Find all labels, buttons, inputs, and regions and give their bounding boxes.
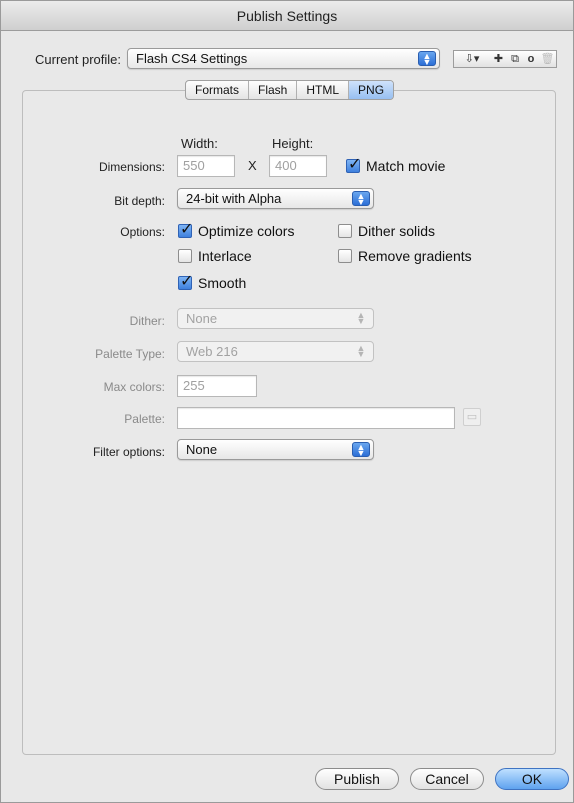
palette-label: Palette: [124,412,165,426]
palette-type-label: Palette Type: [95,347,165,361]
tab-formats[interactable]: Formats [186,81,250,99]
current-profile-select[interactable]: Flash CS4 Settings ▲ ▼ [127,48,440,69]
ok-button[interactable]: OK [495,768,569,790]
height-label: Height: [272,136,314,151]
checkbox-box: ✓ [178,221,194,238]
remove-gradients-checkbox[interactable]: Remove gradients [338,247,472,265]
import-export-button[interactable]: ⇩▾ [453,50,491,68]
checkmark-icon: ✓ [180,273,194,290]
popup-arrows-icon: ▲ ▼ [352,191,370,207]
dimensions-label: Dimensions: [98,160,165,174]
filter-options-label: Filter options: [92,445,165,459]
checkmark-icon: ✓ [348,156,362,173]
smooth-checkbox[interactable]: ✓ Smooth [178,273,247,292]
profile-info-button[interactable]: o [523,50,540,68]
add-profile-icon: ✚ [493,53,504,65]
smooth-label: Smooth [198,275,247,291]
filter-options-select[interactable]: None ▲ ▼ [177,439,374,460]
checkbox-box [178,249,192,263]
delete-profile-button[interactable]: 🗑 [539,50,557,68]
filter-options-value: None [186,442,218,457]
format-tabs: Formats Flash HTML PNG [185,80,395,100]
match-movie-checkbox[interactable]: ✓ Match movie [346,156,446,175]
publish-button[interactable]: Publish [315,768,399,790]
max-colors-value: 255 [183,378,205,393]
duplicate-profile-icon: ⧉ [511,53,519,65]
profile-info-icon: o [527,53,535,65]
options-label: Options: [120,225,165,239]
tab-png[interactable]: PNG [349,81,394,99]
max-colors-label: Max colors: [103,380,165,394]
width-field[interactable]: 550 [177,155,235,177]
bit-depth-label: Bit depth: [114,194,165,208]
delete-profile-icon: 🗑 [540,53,555,65]
popup-arrows-icon: ▲ ▼ [352,442,370,458]
checkbox-box: ✓ [346,156,362,173]
checkmark-icon: ✓ [180,221,194,238]
tab-html[interactable]: HTML [297,81,350,99]
max-colors-field[interactable]: 255 [177,375,257,397]
dither-label: Dither: [129,314,165,328]
checkbox-box [338,249,352,263]
checkbox-box [338,224,352,238]
height-value: 400 [275,158,297,173]
import-export-icon: ⇩▾ [464,53,480,65]
checkbox-box: ✓ [178,273,194,290]
optimize-colors-checkbox[interactable]: ✓ Optimize colors [178,221,295,240]
current-profile-value: Flash CS4 Settings [136,51,248,66]
dither-solids-checkbox[interactable]: Dither solids [338,222,435,240]
popup-arrows-icon: ▲ ▼ [356,343,366,359]
dimensions-separator: X [248,158,257,173]
popup-arrows-icon: ▲ ▼ [418,51,436,67]
bit-depth-select[interactable]: 24-bit with Alpha ▲ ▼ [177,188,374,209]
height-field[interactable]: 400 [269,155,327,177]
palette-type-value: Web 216 [186,344,238,359]
optimize-colors-label: Optimize colors [198,223,295,239]
window-title: Publish Settings [1,1,573,31]
popup-arrows-icon: ▲ ▼ [356,310,366,326]
interlace-label: Interlace [198,248,252,264]
width-label: Width: [181,136,218,151]
match-movie-label: Match movie [366,158,446,174]
browse-folder-icon[interactable]: ▭ [463,408,481,426]
cancel-button[interactable]: Cancel [410,768,484,790]
duplicate-profile-button[interactable]: ⧉ [507,50,524,68]
publish-settings-window: Publish Settings Current profile: Flash … [0,0,574,803]
bit-depth-value: 24-bit with Alpha [186,191,282,206]
tab-flash[interactable]: Flash [249,81,298,99]
dither-select[interactable]: None ▲ ▼ [177,308,374,329]
dither-value: None [186,311,218,326]
palette-field[interactable] [177,407,455,429]
width-value: 550 [183,158,205,173]
add-profile-button[interactable]: ✚ [490,50,508,68]
interlace-checkbox[interactable]: Interlace [178,247,252,265]
current-profile-label: Current profile: [35,52,121,67]
palette-type-select[interactable]: Web 216 ▲ ▼ [177,341,374,362]
dither-solids-label: Dither solids [358,223,436,239]
remove-gradients-label: Remove gradients [358,248,472,264]
